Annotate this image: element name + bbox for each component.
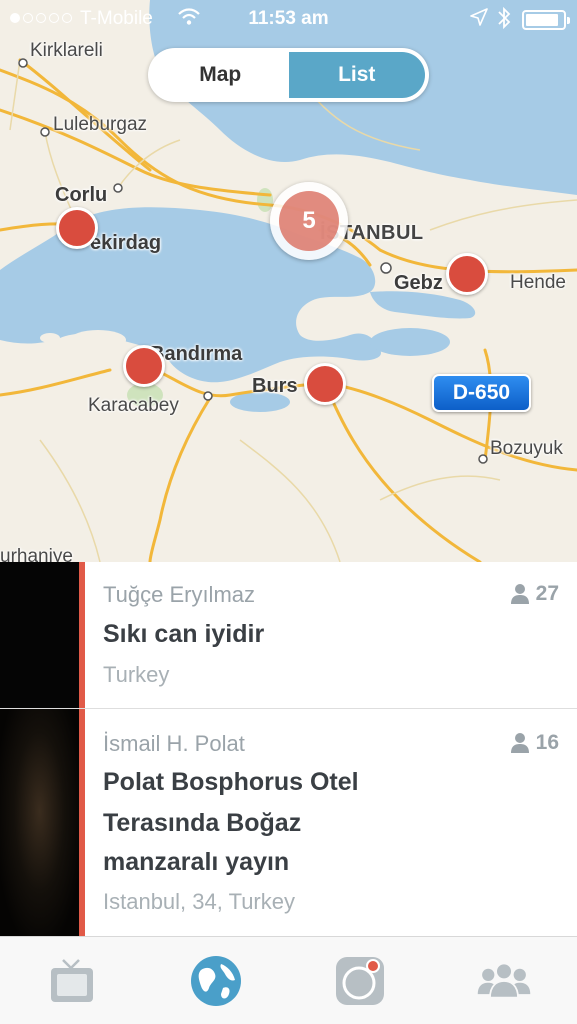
map-list-toggle: Map List [148, 48, 429, 102]
map-label-karacabey: Karacabey [88, 395, 179, 416]
broadcast-list: Tuğçe Eryılmaz Sıkı can iyidir Turkey 27… [0, 562, 577, 936]
map-label-bozuyuk: Bozuyuk [490, 438, 563, 459]
broadcast-cluster-istanbul[interactable]: 5 [270, 182, 348, 260]
people-icon [477, 962, 531, 999]
map-label-hendek: Hende [510, 272, 566, 293]
person-icon [510, 584, 529, 604]
status-bar: T-Mobile 11:53 am [0, 0, 577, 38]
broadcast-row[interactable]: Tuğçe Eryılmaz Sıkı can iyidir Turkey 27 [0, 562, 577, 709]
tab-people[interactable] [476, 953, 532, 1009]
live-accent-bar [79, 562, 85, 708]
broadcast-thumbnail [0, 709, 79, 936]
cluster-count: 5 [302, 207, 316, 234]
live-accent-bar [79, 709, 85, 936]
map-label-tekirdag: ekirdag [90, 232, 162, 254]
map-label-corlu: Corlu [55, 184, 108, 206]
broadcast-pin-bursa[interactable] [304, 363, 346, 405]
broadcast-location: Turkey [103, 662, 170, 687]
broadcast-pin-gebze[interactable] [446, 253, 488, 295]
map-label-susurluk: urhaniye [0, 546, 73, 562]
tv-icon [51, 959, 93, 1002]
viewer-count: 27 [510, 582, 559, 606]
tab-live-tv[interactable] [44, 953, 100, 1009]
viewer-count: 16 [510, 731, 559, 755]
broadcast-title-line: Terasında Boğaz [103, 809, 302, 837]
tab-broadcast[interactable] [332, 953, 388, 1009]
broadcaster-name: Tuğçe Eryılmaz [103, 582, 256, 607]
broadcast-title-line: Polat Bosphorus Otel [103, 768, 359, 796]
tab-bar [0, 936, 577, 1024]
viewer-count-value: 27 [535, 582, 559, 605]
status-time: 11:53 am [248, 8, 329, 29]
list-toggle-button[interactable]: List [288, 52, 425, 98]
bluetooth-icon [497, 6, 511, 36]
map-label-luleburgaz: Luleburgaz [53, 114, 148, 135]
map-label-bursa: Burs [252, 375, 298, 397]
viewer-count-value: 16 [535, 731, 559, 754]
cluster-badge: 5 [279, 191, 339, 251]
tab-global-map[interactable] [188, 953, 244, 1009]
broadcast-title: Sıkı can iyidir [103, 620, 265, 648]
broadcast-pin-tekirdag[interactable] [56, 207, 98, 249]
broadcast-location: Istanbul, 34, Turkey [103, 889, 295, 914]
globe-icon [191, 956, 241, 1006]
battery-icon [522, 10, 570, 30]
map-label-kirklareli: Kirklareli [30, 40, 103, 61]
broadcast-pin-bandirma[interactable] [123, 345, 165, 387]
broadcaster-name: İsmail H. Polat [103, 731, 245, 756]
location-arrow-icon [470, 8, 488, 32]
map-label-gebze: Gebz [394, 272, 443, 294]
broadcast-thumbnail [0, 562, 79, 708]
road-sign-d650: D-650 [432, 374, 531, 412]
map-toggle-button[interactable]: Map [152, 52, 289, 98]
camera-record-icon [336, 957, 384, 1005]
broadcast-row[interactable]: İsmail H. Polat Polat Bosphorus Otel Ter… [0, 709, 577, 936]
person-icon [510, 733, 529, 753]
broadcast-title-line: manzaralı yayın [103, 848, 290, 876]
